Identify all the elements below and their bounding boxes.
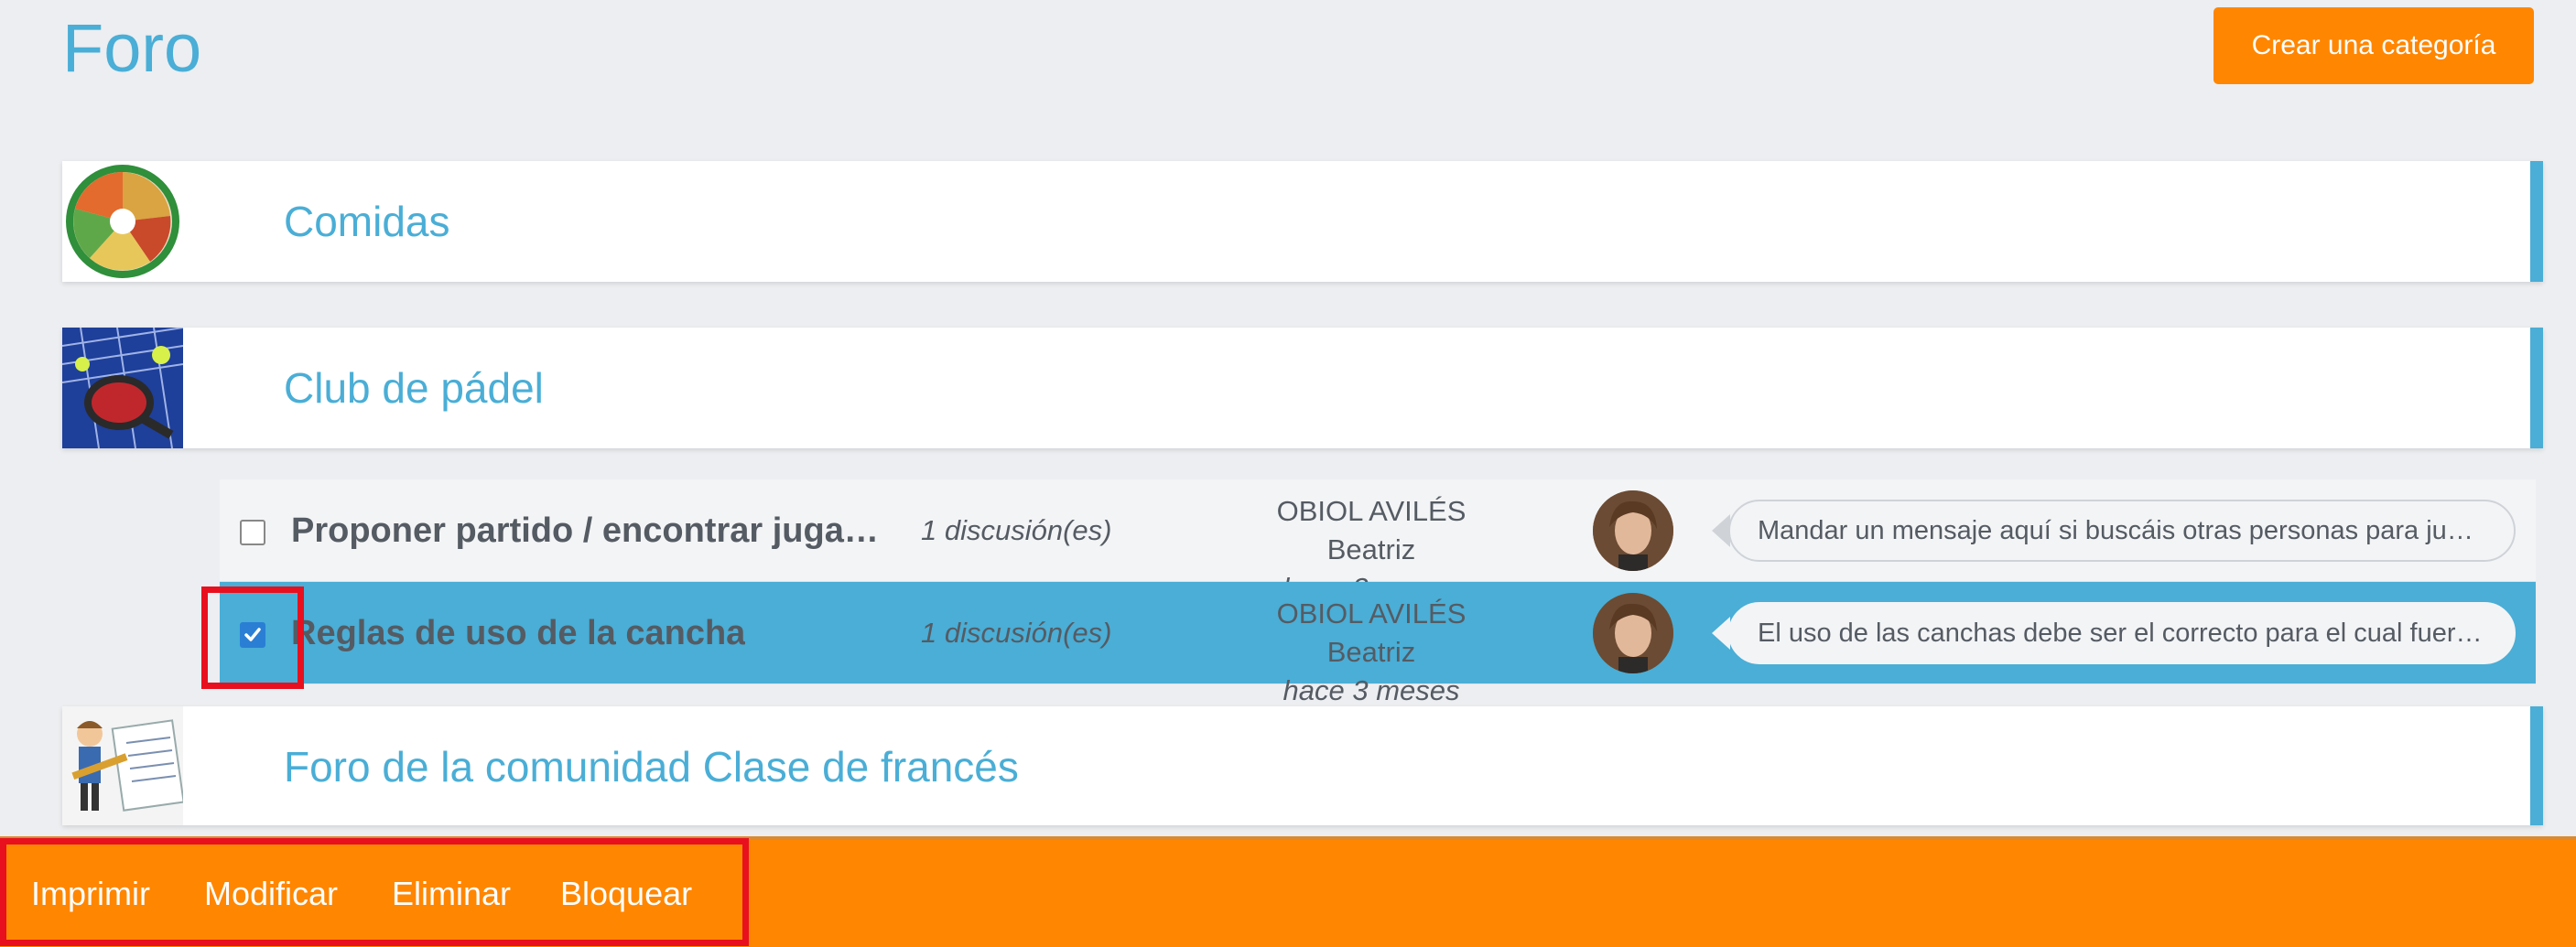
forum-row-selected[interactable]: Reglas de uso de la cancha 1 discusión(e… — [220, 582, 2536, 706]
category-title[interactable]: Club de pádel — [284, 328, 544, 448]
message-preview: Mandar un mensaje aquí si buscáis otras … — [1728, 500, 2516, 562]
avatar — [1593, 490, 1673, 571]
post-time: hace 3 meses — [1283, 674, 1460, 706]
row-checkbox-checked[interactable] — [240, 622, 265, 648]
avatar — [1593, 593, 1673, 673]
create-category-button[interactable]: Crear una categoría — [2213, 7, 2534, 84]
block-button[interactable]: Bloquear — [560, 840, 692, 947]
forum-row[interactable]: Proponer partido / encontrar jugadores 1… — [220, 479, 2536, 604]
category-club-padel[interactable]: Club de pádel — [62, 328, 2543, 448]
author-name: OBIOL AVILÉS Beatriz — [1276, 495, 1467, 565]
page-title: Foro — [62, 10, 202, 86]
category-title[interactable]: Comidas — [284, 161, 450, 282]
french-class-cartoon-image — [62, 706, 183, 827]
discussion-count: 1 discusión(es) — [921, 617, 1112, 649]
message-bubble-tip — [1712, 617, 1730, 650]
message-bubble-tip — [1712, 514, 1730, 547]
row-checkbox[interactable] — [240, 520, 265, 545]
food-plate-image — [62, 161, 183, 282]
modify-button[interactable]: Modificar — [204, 840, 338, 947]
author-name: OBIOL AVILÉS Beatriz — [1276, 597, 1467, 668]
print-button[interactable]: Imprimir — [31, 840, 150, 947]
category-comidas[interactable]: Comidas — [62, 161, 2543, 282]
forum-title[interactable]: Proponer partido / encontrar jugadores — [291, 479, 886, 582]
message-preview: El uso de las canchas debe ser el correc… — [1728, 602, 2516, 664]
delete-button[interactable]: Eliminar — [392, 840, 511, 947]
discussion-count: 1 discusión(es) — [921, 514, 1112, 546]
check-icon — [244, 628, 261, 641]
category-title[interactable]: Foro de la comunidad Clase de francés — [284, 706, 1019, 827]
forum-title[interactable]: Reglas de uso de la cancha — [291, 582, 886, 684]
category-clase-frances[interactable]: Foro de la comunidad Clase de francés — [62, 706, 2543, 825]
bottom-action-bar: Imprimir Modificar Eliminar Bloquear — [0, 836, 2576, 947]
last-post-info: OBIOL AVILÉS Beatriz hace 3 meses — [1234, 595, 1509, 710]
padel-racket-image — [62, 328, 183, 448]
